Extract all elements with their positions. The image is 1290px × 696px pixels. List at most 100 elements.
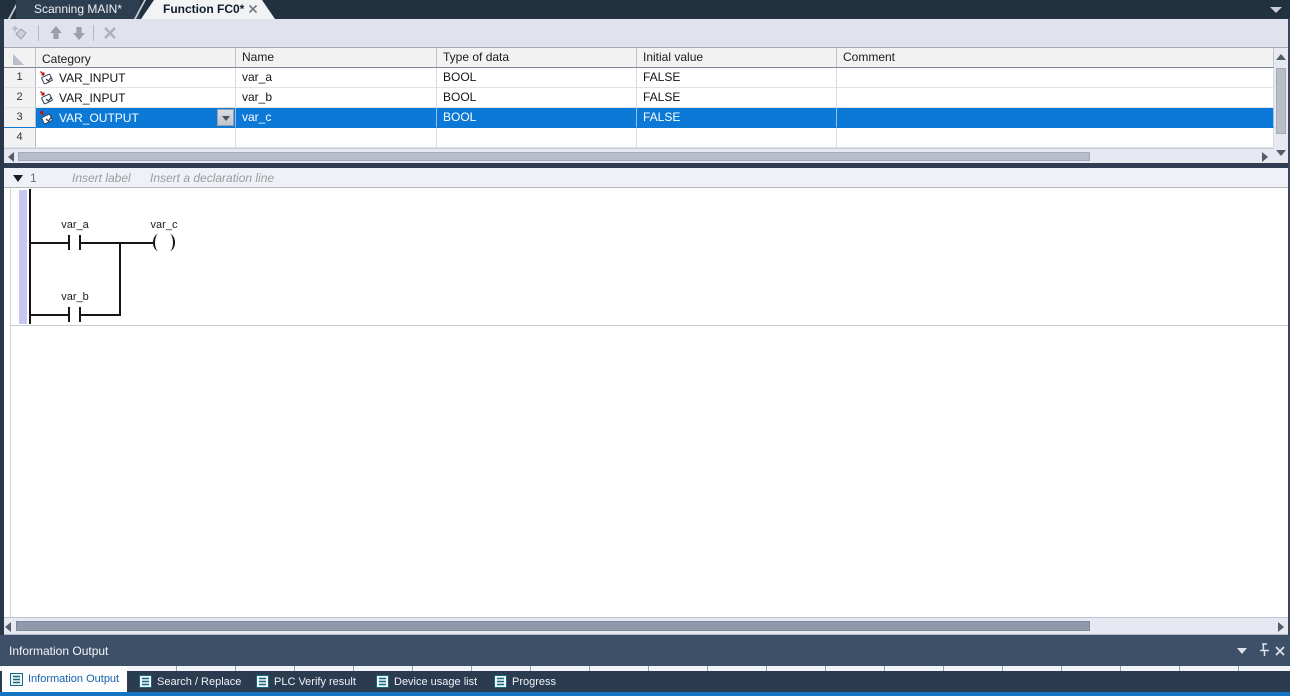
category-cell[interactable]: VAR_INPUT (36, 68, 236, 88)
header-type[interactable]: Type of data (437, 48, 637, 68)
ladder-editor-canvas[interactable] (4, 168, 1288, 617)
rung-selection-bar[interactable] (19, 190, 27, 324)
type-cell[interactable]: BOOL (437, 88, 637, 108)
vscroll-thumb[interactable] (1276, 68, 1286, 134)
tab-scanning-main[interactable]: Scanning MAIN* (16, 0, 140, 19)
pin-icon[interactable] (1256, 642, 1271, 659)
wire (81, 314, 121, 316)
wire (31, 314, 68, 316)
contact-open-icon[interactable] (68, 307, 70, 322)
tab-label: Device usage list (394, 676, 477, 688)
row-number[interactable]: 3 (4, 108, 36, 128)
name-cell[interactable] (236, 128, 437, 148)
move-down-icon[interactable] (70, 24, 88, 42)
tab-label: PLC Verify result (274, 676, 356, 688)
header-category[interactable]: Category (36, 48, 236, 68)
chevron-down-icon (222, 116, 230, 121)
delete-icon[interactable] (101, 24, 119, 42)
initial-cell[interactable]: FALSE (637, 68, 837, 88)
corner-triangle-icon (13, 54, 24, 65)
tab-label: Information Output (28, 673, 119, 685)
toolbar-separator (38, 25, 39, 41)
coil-label[interactable]: var_c (141, 219, 187, 231)
table-row-selected: 3 VAR_OUTPUT var_c BOOL FALSE (4, 108, 1274, 128)
tab-search-replace[interactable]: Search / Replace (131, 671, 249, 692)
rung-collapse-icon[interactable] (13, 175, 23, 182)
initial-cell[interactable]: FALSE (637, 88, 837, 108)
scroll-left-icon[interactable] (5, 622, 11, 632)
tab-overflow-chevron-down-icon[interactable] (1270, 7, 1282, 13)
category-dropdown-button[interactable] (217, 109, 234, 126)
coil-icon[interactable] (164, 234, 175, 251)
initial-cell[interactable] (637, 128, 837, 148)
type-cell[interactable]: BOOL (437, 68, 637, 88)
window-frame-left (0, 19, 4, 635)
name-cell[interactable]: var_a (236, 68, 437, 88)
label-output-icon (39, 110, 54, 125)
insert-label-prompt[interactable]: Insert label (72, 171, 131, 185)
tab-plc-verify-result[interactable]: PLC Verify result (248, 671, 364, 692)
category-value: VAR_OUTPUT (59, 111, 139, 125)
type-cell[interactable]: BOOL (437, 108, 637, 128)
contact-label[interactable]: var_a (52, 219, 98, 231)
document-tabstrip: Scanning MAIN* Function FC0* (0, 0, 1290, 19)
label-input-icon (39, 90, 54, 105)
row-number[interactable]: 2 (4, 88, 36, 108)
panel-chevron-down-icon[interactable] (1237, 648, 1247, 654)
comment-cell[interactable] (837, 128, 1274, 148)
table-vscrollbar[interactable] (1274, 48, 1288, 163)
declaration-toolbar (0, 19, 1290, 48)
bottom-accent-bar (0, 692, 1290, 696)
insert-declaration-prompt[interactable]: Insert a declaration line (150, 171, 274, 185)
left-power-rail (29, 189, 31, 324)
type-cell[interactable] (437, 128, 637, 148)
name-cell[interactable]: var_b (236, 88, 437, 108)
panel-close-icon[interactable] (1274, 645, 1286, 657)
tab-device-usage-list[interactable]: Device usage list (368, 671, 485, 692)
category-value: VAR_INPUT (59, 71, 125, 85)
branch-wire (119, 242, 121, 316)
list-icon (256, 675, 269, 688)
table-hscrollbar[interactable] (4, 148, 1274, 163)
initial-cell[interactable]: FALSE (637, 108, 837, 128)
comment-cell[interactable] (837, 108, 1274, 128)
tab-information-output[interactable]: Information Output (2, 666, 127, 692)
comment-cell[interactable] (837, 88, 1274, 108)
ladder-hscrollbar[interactable] (0, 617, 1290, 635)
tab-label: Function FC0* (163, 0, 244, 19)
scroll-right-icon[interactable] (1278, 622, 1284, 632)
row-number[interactable]: 1 (4, 68, 36, 88)
plc-ide-window: Scanning MAIN* Function FC0* Category (0, 0, 1290, 696)
header-initial[interactable]: Initial value (637, 48, 837, 68)
contact-open-icon[interactable] (68, 235, 70, 250)
category-cell[interactable]: VAR_OUTPUT (36, 108, 236, 128)
select-all-corner[interactable] (4, 48, 36, 68)
coil-icon[interactable] (153, 234, 164, 251)
new-declaration-icon[interactable] (10, 24, 28, 42)
category-cell[interactable] (36, 128, 236, 148)
move-up-icon[interactable] (47, 24, 65, 42)
wire (81, 242, 121, 244)
tab-label: Search / Replace (157, 676, 241, 688)
header-name[interactable]: Name (236, 48, 437, 68)
tab-progress[interactable]: Progress (486, 671, 564, 692)
name-cell[interactable]: var_c (236, 108, 437, 128)
scroll-right-icon[interactable] (1262, 152, 1268, 162)
category-cell[interactable]: VAR_INPUT (36, 88, 236, 108)
header-comment[interactable]: Comment (837, 48, 1274, 68)
scroll-down-icon[interactable] (1276, 150, 1286, 156)
contact-label[interactable]: var_b (52, 291, 98, 303)
close-icon[interactable] (247, 3, 259, 15)
scroll-left-icon[interactable] (8, 152, 14, 162)
comment-cell[interactable] (837, 68, 1274, 88)
output-tabbar: Information Output Search / Replace PLC … (0, 671, 1290, 692)
tab-function-fc0[interactable]: Function FC0* (141, 0, 275, 19)
toolbar-separator (93, 25, 94, 41)
scroll-up-icon[interactable] (1276, 54, 1286, 60)
table-header-row: Category Name Type of data Initial value… (4, 48, 1274, 68)
list-icon (10, 673, 23, 686)
hscroll-thumb[interactable] (16, 621, 1090, 631)
row-number[interactable]: 4 (4, 128, 36, 148)
table-row: 1 VAR_INPUT var_a BOOL FALSE (4, 68, 1274, 88)
hscroll-thumb[interactable] (18, 152, 1090, 161)
